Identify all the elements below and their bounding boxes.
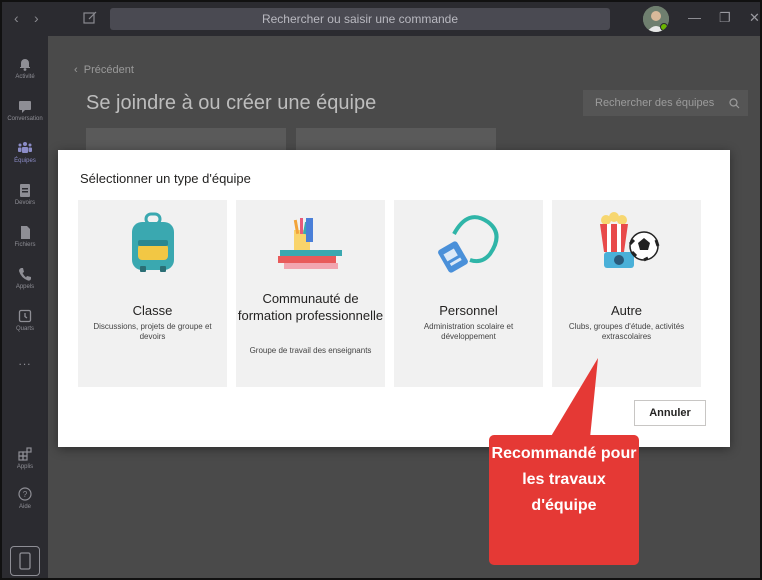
cancel-button[interactable]: Annuler: [634, 400, 706, 426]
rail-item-activity[interactable]: Activité: [2, 56, 48, 80]
page-title: Se joindre à ou créer une équipe: [86, 92, 377, 114]
back-link[interactable]: ‹ Précédent: [74, 64, 134, 76]
app-window: ‹ › Rechercher ou saisir une commande — …: [0, 0, 762, 580]
compose-icon[interactable]: [82, 10, 98, 26]
tile-title: Personnel: [439, 303, 498, 318]
back-arrow-icon[interactable]: ‹: [14, 10, 19, 26]
tile-description: Groupe de travail des enseignants: [249, 346, 372, 355]
title-bar: ‹ › Rechercher ou saisir une commande — …: [2, 2, 760, 36]
avatar[interactable]: [643, 6, 669, 32]
chat-icon: [19, 101, 31, 113]
team-type-class-tile[interactable]: Classe Discussions, projets de groupe et…: [78, 200, 227, 387]
rail-label: Appels: [15, 284, 35, 290]
callout-text: Recommandé pour les travaux d'équipe: [491, 445, 637, 514]
apps-icon: [18, 447, 32, 461]
rail-item-calls[interactable]: Appels: [2, 266, 48, 290]
rail-item-chat[interactable]: Conversation: [2, 98, 48, 122]
svg-text:?: ?: [23, 490, 28, 499]
rail-label: Devoirs: [14, 200, 36, 206]
rail-item-files[interactable]: Fichiers: [2, 224, 48, 248]
more-apps-button[interactable]: ...: [2, 354, 48, 368]
tile-description: Discussions, projets de groupe et devoir…: [93, 322, 212, 341]
dialog-title: Sélectionner un type d'équipe: [80, 171, 251, 186]
tile-title: Communauté de formation professionnelle: [237, 291, 384, 323]
rail-item-shifts[interactable]: Quarts: [2, 308, 48, 332]
team-type-staff-tile[interactable]: Personnel Administration scolaire et dév…: [394, 200, 543, 387]
maximize-icon[interactable]: ❐: [719, 10, 731, 26]
search-teams-input[interactable]: Rechercher des équipes: [583, 90, 748, 116]
search-teams-placeholder: Rechercher des équipes: [595, 97, 715, 109]
teams-icon: [18, 142, 32, 153]
rail-label: Applis: [16, 464, 34, 470]
team-type-other-tile[interactable]: Autre Clubs, groupes d'étude, activités …: [552, 200, 701, 387]
lanyard-badge-icon: [438, 215, 499, 273]
close-icon[interactable]: ✕: [749, 10, 760, 26]
mobile-device-icon: [19, 552, 31, 570]
left-rail: Activité Conversation Équipes Devoirs Fi…: [2, 36, 48, 578]
rail-item-apps[interactable]: Applis: [2, 446, 48, 470]
command-search-input[interactable]: Rechercher ou saisir une commande: [110, 8, 610, 30]
rail-label: Aide: [18, 504, 31, 510]
device-button[interactable]: [10, 546, 40, 576]
files-icon: [21, 226, 30, 239]
rail-label: Activité: [15, 74, 35, 80]
team-type-plc-tile[interactable]: Communauté de formation professionnelle …: [236, 200, 385, 387]
phone-icon: [19, 268, 31, 281]
tile-description: Administration scolaire et développement: [423, 322, 514, 341]
rail-label: Fichiers: [14, 242, 36, 248]
tile-title: Autre: [610, 303, 643, 318]
popcorn-soccer-icon: [600, 212, 660, 268]
rail-label: Quarts: [15, 326, 34, 332]
help-icon: ?: [18, 487, 32, 501]
shifts-icon: [18, 309, 32, 323]
backpack-icon: [132, 212, 174, 272]
assignments-icon: [20, 184, 30, 197]
bell-icon: [20, 59, 30, 71]
forward-arrow-icon[interactable]: ›: [34, 10, 39, 26]
team-type-dialog: Sélectionner un type d'équipe Classe Dis…: [58, 150, 730, 447]
rail-label: Équipes: [14, 158, 36, 164]
rail-item-teams[interactable]: Équipes: [2, 140, 48, 164]
tile-description: Clubs, groupes d'étude, activités extras…: [568, 322, 685, 341]
back-label: Précédent: [83, 64, 134, 76]
tile-title: Classe: [132, 303, 173, 318]
presence-available-icon: [660, 23, 668, 31]
search-icon: [729, 98, 740, 109]
books-pencils-icon: [278, 218, 342, 269]
rail-item-assignments[interactable]: Devoirs: [2, 182, 48, 206]
rail-label: Conversation: [7, 116, 43, 122]
recommendation-callout: Recommandé pour les travaux d'équipe: [489, 435, 639, 565]
minimize-icon[interactable]: —: [688, 10, 701, 25]
rail-item-help[interactable]: ? Aide: [2, 486, 48, 510]
